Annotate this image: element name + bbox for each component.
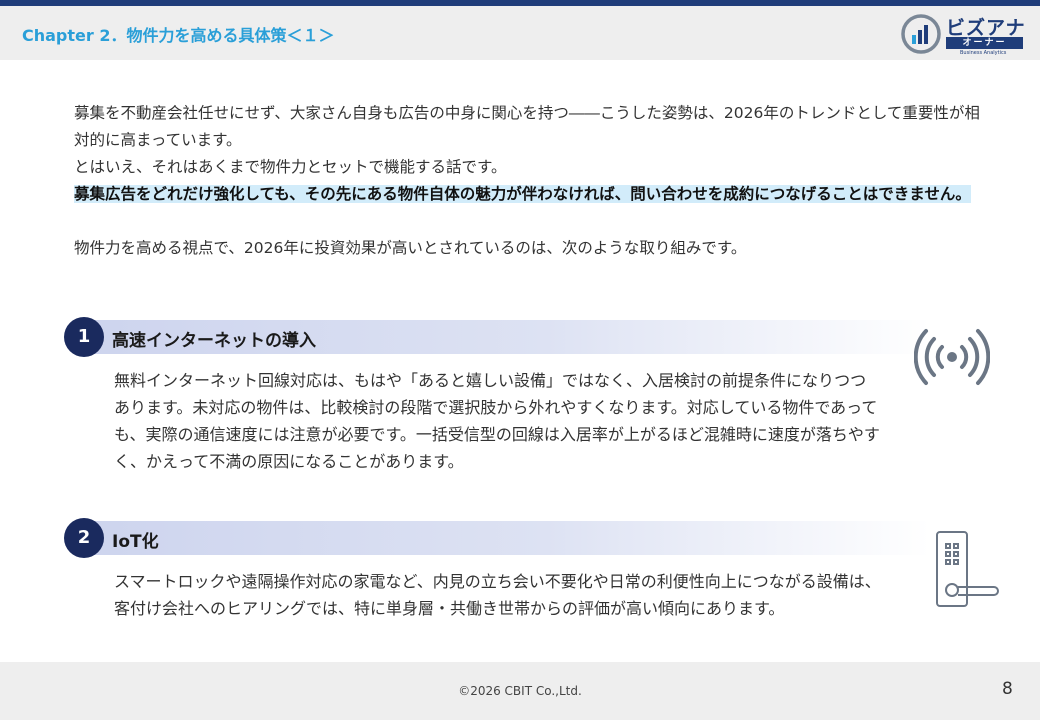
intro-line-1: 募集を不動産会社任せにせず、大家さん自身も広告の中身に関心を持つ――こうした姿勢… — [74, 104, 980, 149]
intro-highlight-text: 募集広告をどれだけ強化しても、その先にある物件自体の魅力が伴わなければ、問い合わ… — [74, 185, 971, 203]
section-1-body: 無料インターネット回線対応は、もはや「あると嬉しい設備」ではなく、入居検討の前提… — [114, 371, 880, 471]
chapter-title: Chapter 2．物件力を高める具体策＜１＞ — [22, 26, 335, 45]
intro-highlight: 募集広告をどれだけ強化しても、その先にある物件自体の魅力が伴わなければ、問い合わ… — [74, 181, 994, 208]
smart-lock-icon — [936, 531, 999, 607]
intro-line-3: 物件力を高める視点で、2026年に投資効果が高いとされているのは、次のような取り… — [74, 239, 747, 257]
logo-sub-text: オーナー — [946, 37, 1023, 49]
section-1-badge: 1 — [64, 317, 104, 357]
section-2-badge: 2 — [64, 518, 104, 558]
page-number: 8 — [1002, 679, 1013, 699]
intro-line-2: とはいえ、それはあくまで物件力とセットで機能する話です。 — [74, 158, 507, 176]
logo-main-text: ビズアナ — [946, 17, 1026, 39]
section-1-title: 高速インターネットの導入 — [112, 331, 316, 351]
logo-chart-icon — [901, 14, 941, 54]
company-logo: ビズアナ オーナー Business Analytics — [900, 13, 1026, 56]
intro-text: 募集を不動産会社任せにせず、大家さん自身も広告の中身に関心を持つ――こうした姿勢… — [74, 100, 994, 262]
wifi-signal-icon — [914, 329, 990, 385]
section-2-title: IoT化 — [112, 532, 159, 552]
section-2-bar — [78, 521, 930, 555]
logo-small-text: Business Analytics — [960, 50, 1007, 56]
section-2-body: スマートロックや遠隔操作対応の家電など、内見の立ち会い不要化や日常の利便性向上に… — [114, 572, 881, 618]
copyright-text: ©2026 CBIT Co.,Ltd. — [458, 684, 582, 698]
